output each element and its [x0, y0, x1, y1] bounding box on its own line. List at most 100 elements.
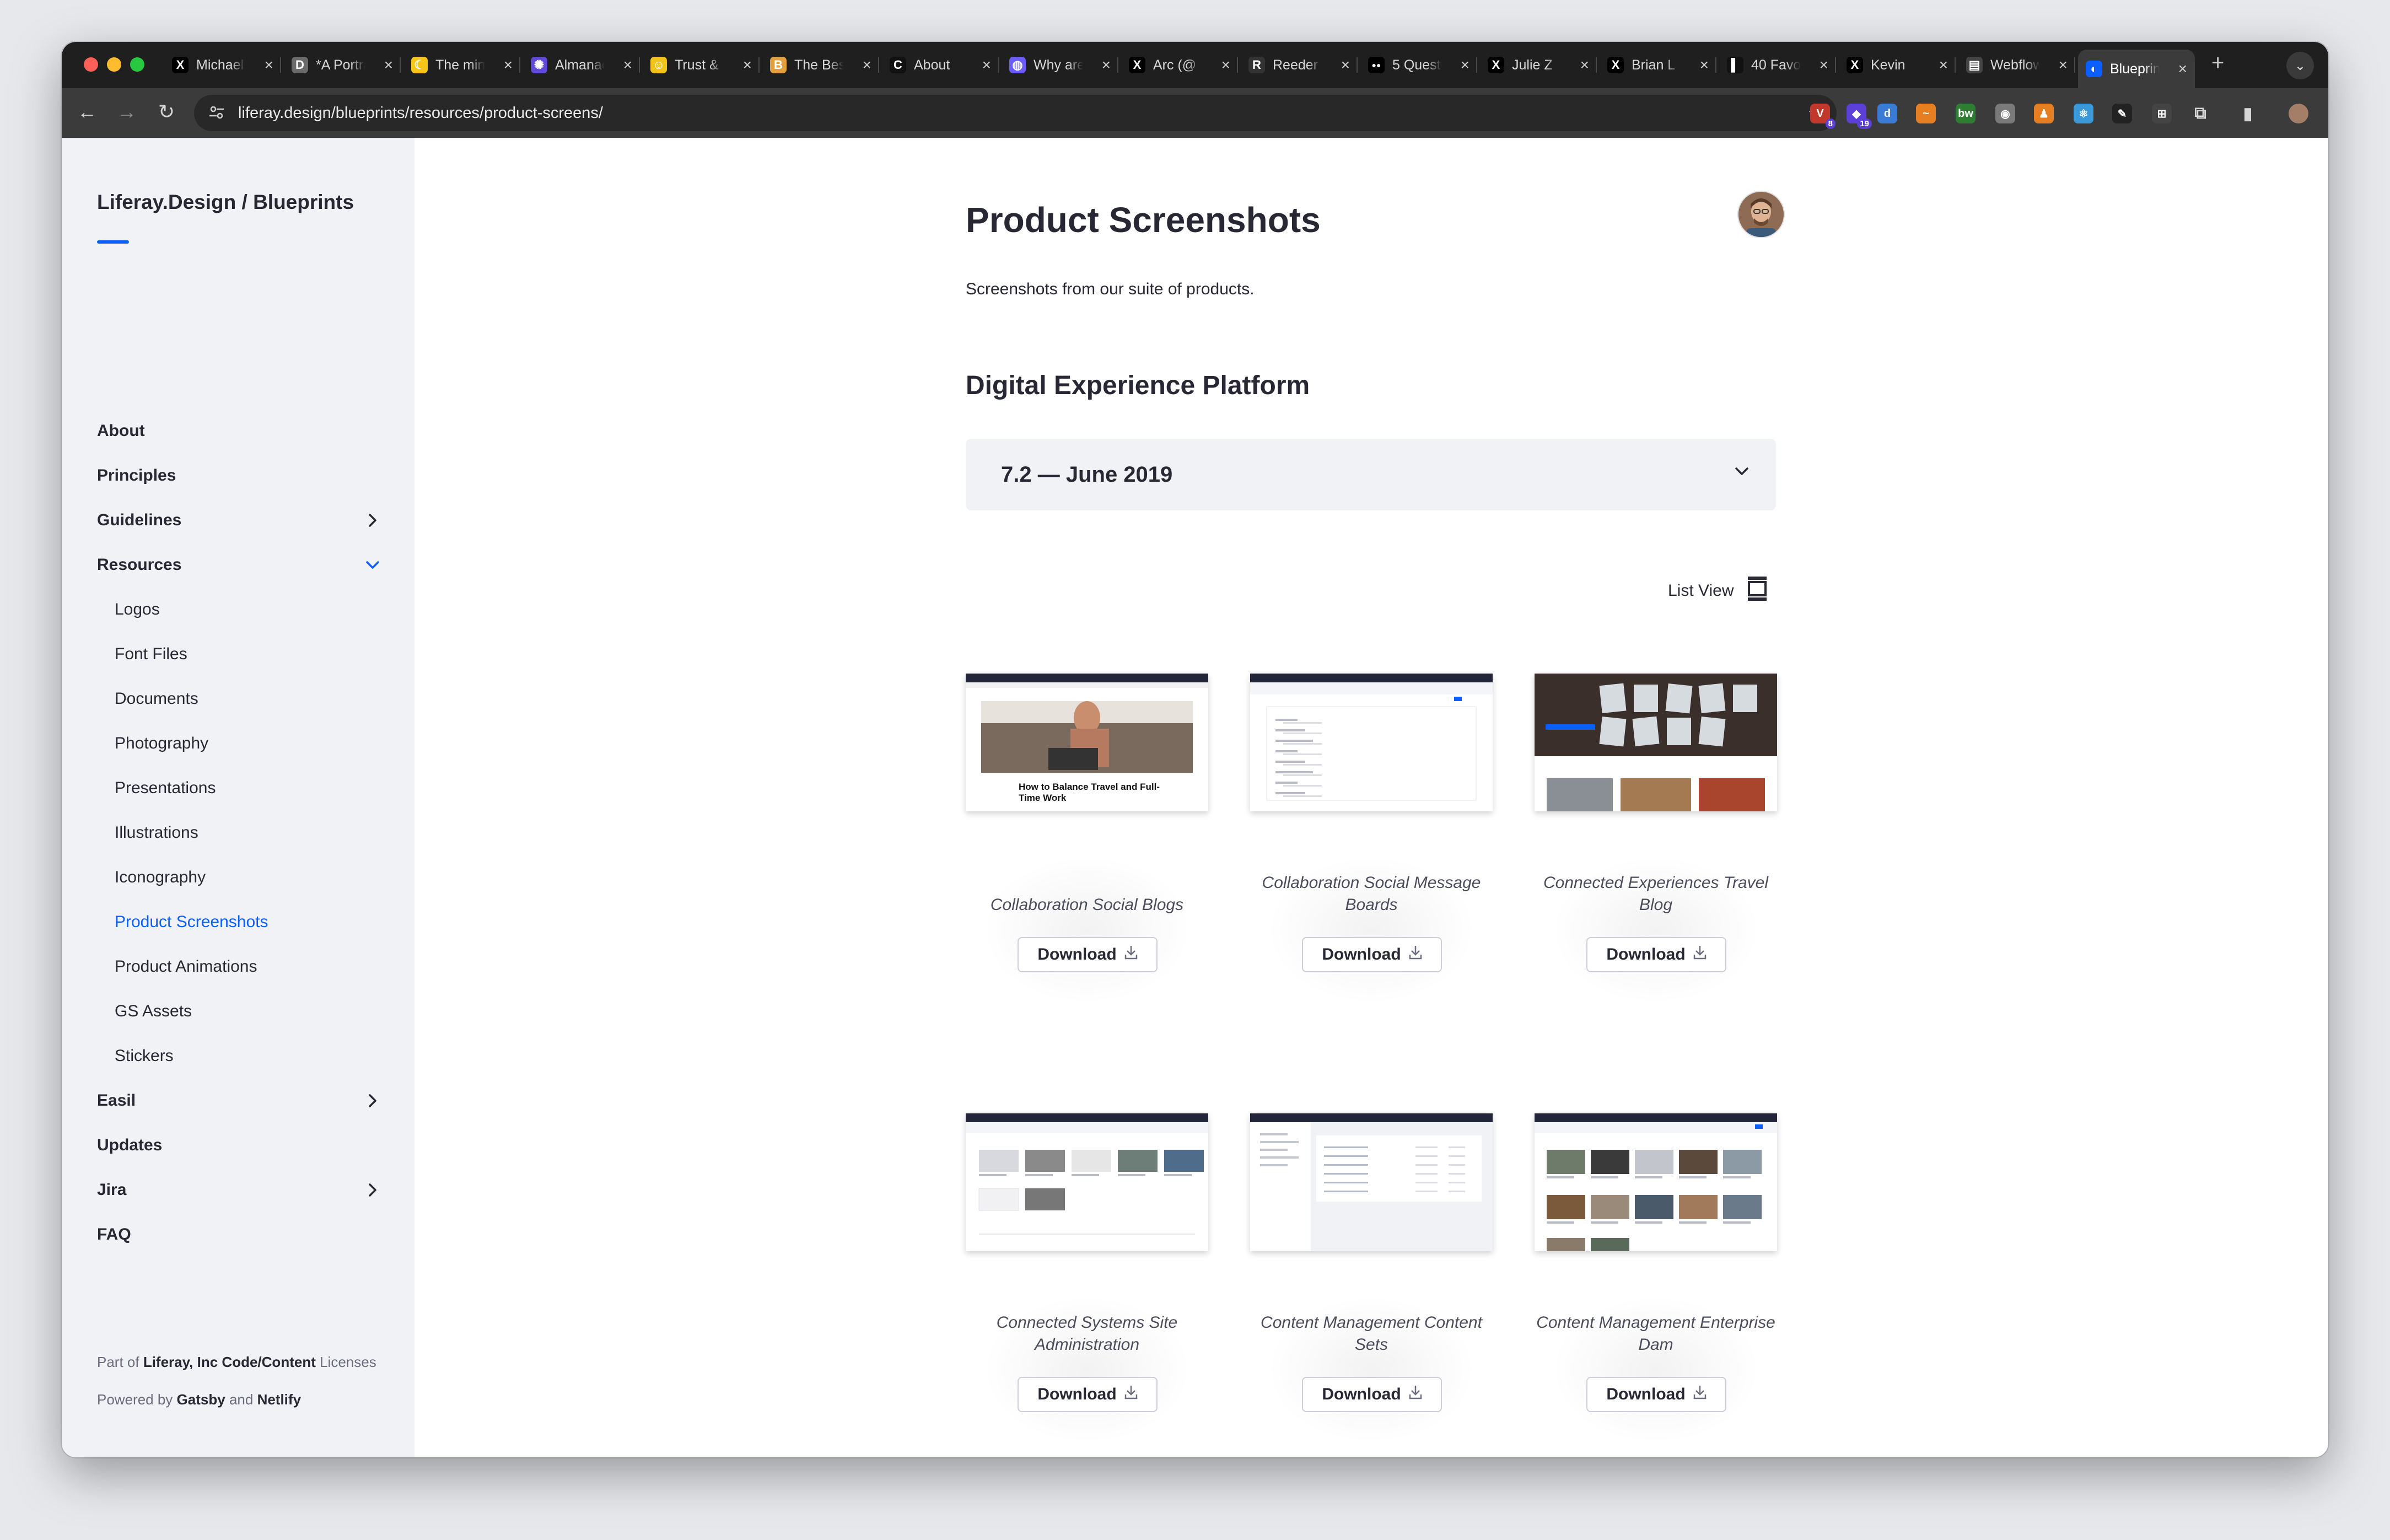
address-bar[interactable]: ☆	[194, 95, 1837, 131]
site-info-icon[interactable]	[208, 105, 227, 121]
tab-close-icon[interactable]: ×	[265, 57, 273, 73]
sidebar-item-presentations[interactable]: Presentations	[115, 772, 384, 805]
browser-tab[interactable]: ✺ Almanac ×	[523, 50, 640, 80]
browser-tab[interactable]: ☺ Trust & ×	[643, 50, 760, 80]
browser-tab[interactable]: X Julie Z ×	[1480, 50, 1597, 80]
camera-icon[interactable]: ◉	[1995, 104, 2015, 123]
browser-tab[interactable]: X Michael ×	[164, 50, 281, 80]
sidebar-item-product-animations[interactable]: Product Animations	[115, 950, 384, 983]
new-tab-button[interactable]: +	[2211, 51, 2224, 76]
screenshot-thumbnail[interactable]	[1535, 1113, 1777, 1251]
version-select[interactable]: 7.2 — June 2019	[966, 439, 1776, 510]
sidebar-item-font-files[interactable]: Font Files	[115, 638, 384, 671]
download-button[interactable]: Download	[1302, 937, 1442, 972]
sidebar-item-gs-assets[interactable]: GS Assets	[115, 995, 384, 1028]
tab-close-icon[interactable]: ×	[863, 57, 871, 73]
url-input[interactable]	[237, 103, 1727, 123]
sidebar-item-about[interactable]: About	[97, 414, 384, 448]
tab-search-button[interactable]: ⌄	[2286, 52, 2314, 79]
screenshot-thumbnail[interactable]	[966, 1113, 1208, 1251]
sidebar-item-stickers[interactable]: Stickers	[115, 1040, 384, 1073]
tab-close-icon[interactable]: ×	[1221, 57, 1230, 73]
tab-close-icon[interactable]: ×	[623, 57, 632, 73]
tab-close-icon[interactable]: ×	[384, 57, 393, 73]
tab-close-icon[interactable]: ×	[1939, 57, 1948, 73]
sidebar-item-easil[interactable]: Easil	[97, 1084, 384, 1117]
tab-close-icon[interactable]: ×	[1341, 57, 1350, 73]
screenshot-thumbnail[interactable]	[1535, 674, 1777, 811]
browser-tab[interactable]: D *A Portrait ×	[284, 50, 401, 80]
tab-close-icon[interactable]: ×	[2059, 57, 2068, 73]
user-avatar[interactable]	[1737, 191, 1785, 238]
person-ext-icon[interactable]: ♟	[2034, 104, 2054, 123]
sidebar-item-jira[interactable]: Jira	[97, 1173, 384, 1207]
close-window-button[interactable]	[84, 57, 98, 72]
sidebar-item-logos[interactable]: Logos	[115, 593, 384, 626]
tab-close-icon[interactable]: ×	[982, 57, 991, 73]
download-button[interactable]: Download	[1018, 937, 1158, 972]
browser-tab[interactable]: X Arc (@ ×	[1121, 50, 1238, 80]
chevron-down-icon[interactable]	[362, 554, 384, 576]
tab-close-icon[interactable]: ×	[1700, 57, 1709, 73]
vivaldi-icon[interactable]: V8	[1810, 104, 1835, 129]
footer-code-link[interactable]: Code	[222, 1354, 257, 1370]
d-icon[interactable]: d	[1877, 104, 1897, 123]
sidebar-item-iconography[interactable]: Iconography	[115, 861, 384, 894]
profile-avatar[interactable]	[2289, 104, 2308, 123]
brand-title[interactable]: Liferay.Design / Blueprints	[97, 191, 354, 214]
tab-close-icon[interactable]: ×	[743, 57, 752, 73]
chevron-right-icon[interactable]	[362, 509, 384, 531]
browser-tab[interactable]: ◍ Why are ×	[1002, 50, 1118, 80]
grid-icon[interactable]: ⊞	[2152, 104, 2172, 123]
tab-close-icon[interactable]: ×	[504, 57, 513, 73]
bw-icon[interactable]: bw	[1956, 104, 1975, 123]
react-icon[interactable]: ⚛	[2074, 104, 2093, 123]
chevron-right-icon[interactable]	[362, 1090, 384, 1112]
tab-close-icon[interactable]: ×	[1461, 57, 1469, 73]
minimize-window-button[interactable]	[107, 57, 121, 72]
sidebar-item-product-screenshots[interactable]: Product Screenshots	[115, 906, 384, 939]
back-arrow-icon[interactable]: ←	[75, 100, 99, 123]
sidebar-item-resources[interactable]: Resources	[97, 548, 384, 581]
browser-tab[interactable]: R Reeder ×	[1241, 50, 1358, 80]
sidepanel-icon[interactable]: ▮	[2238, 104, 2258, 123]
screenshot-thumbnail[interactable]: How to Balance Travel and Full-Time Work	[966, 674, 1208, 811]
browser-tab[interactable]: X Kevin ×	[1839, 50, 1956, 80]
pen-icon[interactable]: ✎	[2112, 104, 2132, 123]
browser-tab[interactable]: B The Best ×	[762, 50, 879, 80]
reload-icon[interactable]: ↻	[154, 100, 179, 123]
sidebar-item-photography[interactable]: Photography	[115, 727, 384, 760]
download-button[interactable]: Download	[1586, 1377, 1726, 1412]
browser-tab[interactable]: ▤ Webflow ×	[1958, 50, 2075, 80]
footer-gatsby-link[interactable]: Gatsby	[177, 1391, 225, 1408]
tab-close-icon[interactable]: ×	[1102, 57, 1111, 73]
sidebar-item-faq[interactable]: FAQ	[97, 1218, 384, 1251]
screenshot-thumbnail[interactable]	[1250, 674, 1493, 811]
footer-netlify-link[interactable]: Netlify	[257, 1391, 301, 1408]
download-button[interactable]: Download	[1302, 1377, 1442, 1412]
list-view-toggle[interactable]: List View	[1668, 574, 1768, 607]
puzzle-icon[interactable]: ⧉	[2190, 104, 2210, 123]
sidebar-item-guidelines[interactable]: Guidelines	[97, 504, 384, 537]
browser-tab[interactable]: ●● 5 Questions ×	[1360, 50, 1477, 80]
browser-tab[interactable]: ◐ Blueprints ×	[2078, 50, 2195, 88]
browser-tab[interactable]: X Brian L ×	[1600, 50, 1716, 80]
browser-tab[interactable]: C About ×	[882, 50, 999, 80]
maximize-window-button[interactable]	[130, 57, 144, 72]
screenshot-thumbnail[interactable]	[1250, 1113, 1493, 1251]
download-button[interactable]: Download	[1018, 1377, 1158, 1412]
footer-content-link[interactable]: Content	[262, 1354, 316, 1370]
sidebar-item-principles[interactable]: Principles	[97, 459, 384, 492]
footer-company-link[interactable]: Liferay, Inc	[143, 1354, 218, 1370]
browser-tab[interactable]: ☾ The mind ×	[403, 50, 520, 80]
tab-close-icon[interactable]: ×	[2178, 61, 2187, 77]
chevron-right-icon[interactable]	[362, 1179, 384, 1201]
tab-close-icon[interactable]: ×	[1820, 57, 1828, 73]
chart-ext-icon[interactable]: ~	[1916, 104, 1936, 123]
tab-close-icon[interactable]: ×	[1580, 57, 1589, 73]
download-button[interactable]: Download	[1586, 937, 1726, 972]
sidebar-item-illustrations[interactable]: Illustrations	[115, 816, 384, 849]
sidebar-item-documents[interactable]: Documents	[115, 682, 384, 715]
sidebar-item-updates[interactable]: Updates	[97, 1129, 384, 1162]
ext-badge-icon[interactable]: ◆ 19	[1847, 104, 1872, 129]
